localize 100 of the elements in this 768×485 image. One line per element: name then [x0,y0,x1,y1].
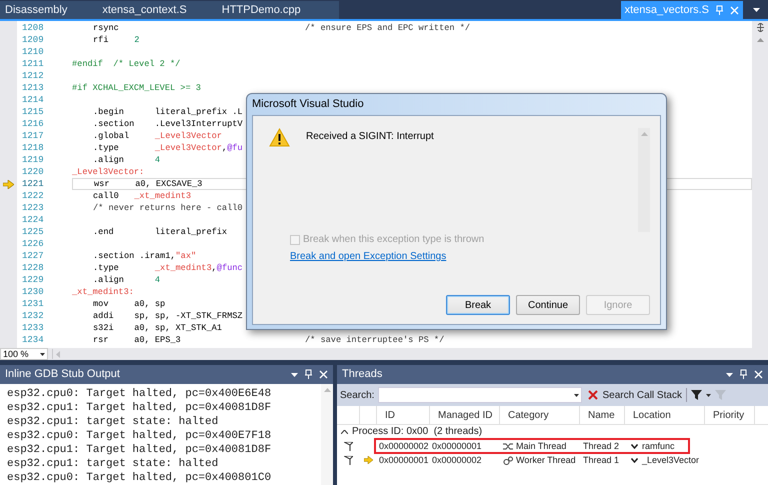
line-number: 1230 [21,286,45,298]
line-number: 1231 [21,298,45,310]
close-icon[interactable] [730,6,739,14]
line-number: 1221 [21,178,45,190]
code-comment: /* save interruptee's PS */ [305,334,444,346]
dropdown-icon[interactable] [574,394,580,396]
table-cell-text: 0x00000001 [378,454,430,467]
dialog-message: Received a SIGINT: Interrupt [306,130,435,144]
line-number: 1213 [21,82,45,94]
output-line: esp32.cpu1: target state: halted [7,415,220,429]
output-line: esp32.cpu1: Target halted, pc=0x40081D8F [7,401,272,415]
line-number: 1215 [21,106,45,118]
line-number: 1225 [21,226,45,238]
code-line: .align 4 [92,154,160,166]
collapse-icon[interactable] [341,430,348,434]
zoom-dropdown[interactable]: 100 % [0,348,48,360]
pin-icon[interactable] [739,369,748,380]
search-call-stack-button[interactable]: Search Call Stack [588,388,682,402]
column-header[interactable]: Priority [705,406,755,424]
tab[interactable]: HTTPDemo.cpp [216,1,331,19]
line-number: 1219 [21,154,45,166]
line-number: 1212 [21,70,45,82]
code-line: s32i a0, sp, XT_STK_A1 [92,322,222,334]
table-cell-text: Thread 2 [582,440,620,453]
dialog-title: Microsoft Visual Studio [252,97,365,112]
line-number: 1226 [21,238,45,250]
code-line: .section .Level3InterruptV [92,118,243,130]
code-line: .align 4 [92,274,160,286]
search-label: Search: [340,388,374,402]
code-line: #endif /* Level 2 */ [72,58,180,70]
line-number: 1216 [21,118,45,130]
dialog-button[interactable]: Continue [516,295,580,315]
panel-header: Threads [337,365,768,384]
filter-icon[interactable] [690,390,702,400]
code-line: _xt_medint3: [72,286,134,298]
line-number: 1211 [21,58,45,70]
split-icon[interactable] [756,23,764,32]
line-number: 1218 [21,142,45,154]
code-line: rfi 2 [92,34,140,46]
column-header[interactable]: Category [500,406,580,424]
vertical-scrollbar[interactable] [752,21,768,348]
checkbox-label: Break when this exception type is thrown [303,233,484,247]
column-header[interactable]: ID [377,406,430,424]
table-cell-text: _Level3Vector [642,454,700,467]
vertical-scrollbar[interactable] [321,384,333,485]
dropdown-icon [40,352,45,356]
close-icon[interactable] [319,370,328,379]
column-header[interactable]: Location [625,406,705,424]
dropdown-icon[interactable] [291,372,298,376]
table-cell-text: ramfunc [642,440,675,453]
code-line: _Level3Vector: [72,166,144,178]
panel-header: Inline GDB Stub Output [0,365,333,384]
chevron-icon[interactable] [631,458,638,462]
line-number: 1217 [21,130,45,142]
code-line: rsr a0, EPS_3 [92,334,182,346]
line-number: 1232 [21,310,45,322]
search-field[interactable] [378,387,582,403]
line-number: 1228 [21,262,45,274]
group-label: Process ID: 0x00 (2 threads) [352,426,482,438]
crossed-arrows-icon [503,442,513,450]
code-line: .type _xt_medint3,@func [92,262,243,274]
line-number: 1214 [21,94,45,106]
close-icon[interactable] [754,370,763,379]
table-cell-text: 0x00000001 [431,440,483,453]
code-line: .end literal_prefix [92,226,228,238]
vertical-scrollbar[interactable] [638,128,650,232]
dialog-button[interactable]: Break [446,295,510,315]
code-line: /* never returns here - call0 [92,202,243,214]
line-number: 1209 [21,34,45,46]
output-line: esp32.cpu1: target state: halted [7,457,220,471]
table-cell-text: Main Thread [516,440,566,453]
chevron-icon[interactable] [631,444,638,448]
pin-icon[interactable] [304,369,313,380]
warning-icon [269,128,290,147]
line-number: 1234 [21,334,45,346]
line-number: 1208 [21,22,45,34]
column-header[interactable]: Name [580,406,625,424]
code-line: #if XCHAL_EXCM_LEVEL >= 3 [72,82,201,94]
dropdown-icon[interactable] [706,394,711,396]
code-line: .type _Level3Vector,@fu [92,142,243,154]
column-header[interactable]: Managed ID [430,406,500,424]
code-line: rsync [92,22,120,34]
dropdown-icon[interactable] [726,372,733,376]
code-line: mov a0, sp [92,298,166,310]
code-line: addi sp, sp, -XT_STK_FRMSZ [92,310,243,322]
dropdown-icon[interactable] [753,8,760,12]
table-cell-text: Thread 1 [582,454,620,467]
tab[interactable]: xtensa_context.S [97,1,217,19]
line-number: 1227 [21,250,45,262]
line-number: 1223 [21,202,45,214]
pin-icon[interactable] [715,4,724,16]
line-number: 1220 [21,166,45,178]
exception-settings-link[interactable]: Break and open Exception Settings [253,249,660,264]
output-line: esp32.cpu0: Target halted, pc=0x400E6E48 [7,387,272,401]
table-cell-text: 0x00000002 [431,454,483,467]
line-number: 1222 [21,190,45,202]
line-number: 1229 [21,274,45,286]
tab[interactable]: Disassembly [0,1,98,19]
table-cell-text: Worker Thread [516,454,576,467]
code-line: .begin literal_prefix .L [92,106,243,118]
